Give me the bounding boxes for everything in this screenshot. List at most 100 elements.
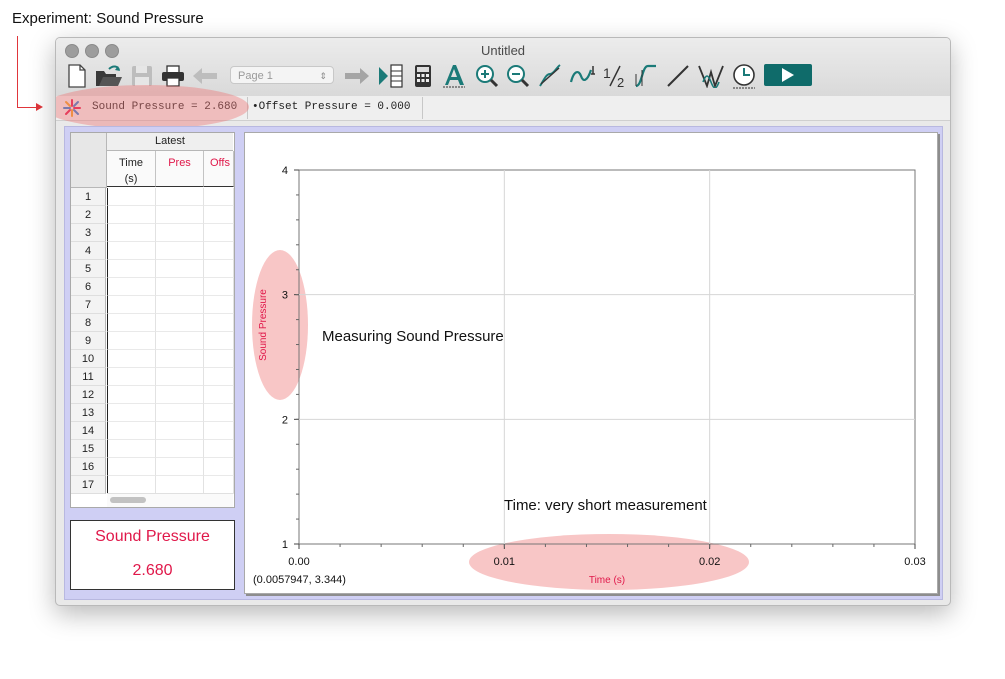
collect-button[interactable] — [764, 64, 812, 86]
table-cell[interactable] — [156, 188, 204, 206]
table-cell[interactable] — [107, 368, 156, 386]
table-cell[interactable] — [107, 386, 156, 404]
play-icon — [782, 68, 794, 82]
table-cell[interactable] — [107, 422, 156, 440]
column-header-pressure[interactable]: Pres — [156, 151, 204, 187]
app-window: Untitled Page 1 ⇕ 1 2 Sound Pressure = 2… — [55, 37, 951, 606]
page-select[interactable]: Page 1 ⇕ — [230, 66, 334, 84]
curve-fit-icon[interactable] — [568, 62, 598, 90]
table-cell[interactable] — [156, 386, 204, 404]
table-cell[interactable] — [156, 404, 204, 422]
table-cell[interactable] — [156, 296, 204, 314]
table-cell[interactable] — [107, 314, 156, 332]
table-cell[interactable] — [204, 242, 234, 260]
row-number: 14 — [71, 422, 106, 440]
table-cell[interactable] — [156, 350, 204, 368]
table-cell[interactable] — [107, 278, 156, 296]
table-cell[interactable] — [156, 440, 204, 458]
table-cell[interactable] — [204, 188, 234, 206]
table-cell[interactable] — [107, 296, 156, 314]
peak-icon[interactable] — [696, 62, 726, 90]
integral-icon[interactable] — [632, 62, 660, 90]
offset-pressure-meter[interactable]: •Offset Pressure = 0.000 — [247, 97, 423, 119]
row-number: 2 — [71, 206, 106, 224]
table-cell[interactable] — [204, 314, 234, 332]
table-cell[interactable] — [107, 224, 156, 242]
table-cell[interactable] — [107, 476, 156, 494]
table-cell[interactable] — [156, 224, 204, 242]
table-cell[interactable] — [204, 332, 234, 350]
linear-fit-icon[interactable] — [664, 62, 692, 90]
table-cell[interactable] — [156, 206, 204, 224]
table-cell[interactable] — [107, 440, 156, 458]
digital-meter[interactable]: Sound Pressure 2.680 — [70, 520, 235, 590]
table-graph-icon[interactable] — [376, 62, 406, 90]
table-cell[interactable] — [204, 260, 234, 278]
svg-text:2: 2 — [617, 75, 624, 88]
table-cell[interactable] — [204, 368, 234, 386]
table-cell[interactable] — [156, 314, 204, 332]
cursor-readout: (0.0057947, 3.344) — [253, 574, 346, 586]
annotation-connector-horizontal — [17, 107, 37, 108]
table-cell[interactable] — [156, 242, 204, 260]
graph-panel[interactable]: 0.00 0.01 0.02 0.03 1 2 3 4 Sound Pressure Time… — [244, 132, 938, 594]
table-cell[interactable] — [107, 260, 156, 278]
column-header-offset[interactable]: Offs — [204, 151, 234, 187]
tangent-icon[interactable] — [536, 62, 564, 90]
table-cell[interactable] — [107, 458, 156, 476]
table-cell[interactable] — [204, 404, 234, 422]
plot-area — [298, 169, 916, 545]
zoom-out-icon[interactable] — [504, 62, 532, 90]
table-cell[interactable] — [204, 386, 234, 404]
table-cell[interactable] — [107, 206, 156, 224]
graph-annotation-main[interactable]: Measuring Sound Pressure — [322, 328, 504, 345]
calculator-icon[interactable] — [410, 62, 436, 90]
row-number: 13 — [71, 404, 106, 422]
table-cell[interactable] — [204, 422, 234, 440]
table-cell[interactable] — [107, 332, 156, 350]
x-tick-label: 0.00 — [288, 556, 309, 568]
forward-arrow-icon[interactable] — [342, 62, 372, 90]
text-annotation-icon[interactable] — [440, 62, 468, 90]
column-header-time[interactable]: Time (s) — [107, 151, 156, 187]
scrollbar-thumb[interactable] — [110, 497, 146, 503]
row-number: 11 — [71, 368, 106, 386]
row-number: 6 — [71, 278, 106, 296]
x-axis-label: Time (s) — [589, 575, 625, 586]
table-cell[interactable] — [156, 368, 204, 386]
table-cell[interactable] — [204, 278, 234, 296]
table-cell[interactable] — [156, 476, 204, 494]
graph-annotation-time[interactable]: Time: very short measurement — [504, 497, 708, 514]
window-title: Untitled — [480, 43, 526, 58]
table-cell[interactable] — [204, 206, 234, 224]
table-cell[interactable] — [156, 458, 204, 476]
table-cell[interactable] — [107, 242, 156, 260]
data-table[interactable]: Latest Time (s) Pres Offs 1 2 3 4 5 6 7 8 9 10 11 1… — [70, 132, 235, 508]
y-axis-label: Sound Pressure — [258, 289, 269, 361]
table-horizontal-scrollbar[interactable] — [107, 493, 233, 507]
graph-svg[interactable]: 0.00 0.01 0.02 0.03 1 2 3 4 Sound Pressure Time… — [245, 133, 937, 593]
table-cell[interactable] — [204, 296, 234, 314]
table-cell[interactable] — [107, 188, 156, 206]
zoom-in-icon[interactable] — [473, 62, 501, 90]
table-cell[interactable] — [107, 350, 156, 368]
table-cell[interactable] — [204, 440, 234, 458]
new-file-icon[interactable] — [64, 62, 90, 90]
x-tick-label: 0.03 — [904, 556, 925, 568]
clock-icon[interactable] — [729, 62, 759, 90]
digital-meter-value: 2.680 — [132, 562, 173, 579]
table-cell[interactable] — [204, 224, 234, 242]
table-cell[interactable] — [204, 458, 234, 476]
table-cell[interactable] — [204, 476, 234, 494]
row-number: 8 — [71, 314, 106, 332]
table-cell[interactable] — [204, 350, 234, 368]
table-cell[interactable] — [156, 260, 204, 278]
back-arrow-icon[interactable] — [190, 62, 220, 90]
column-header-time-unit: (s) — [124, 173, 138, 185]
table-cell[interactable] — [107, 404, 156, 422]
half-icon[interactable]: 12 — [601, 62, 629, 90]
table-cell[interactable] — [156, 422, 204, 440]
table-cell[interactable] — [156, 278, 204, 296]
row-number: 3 — [71, 224, 106, 242]
table-cell[interactable] — [156, 332, 204, 350]
